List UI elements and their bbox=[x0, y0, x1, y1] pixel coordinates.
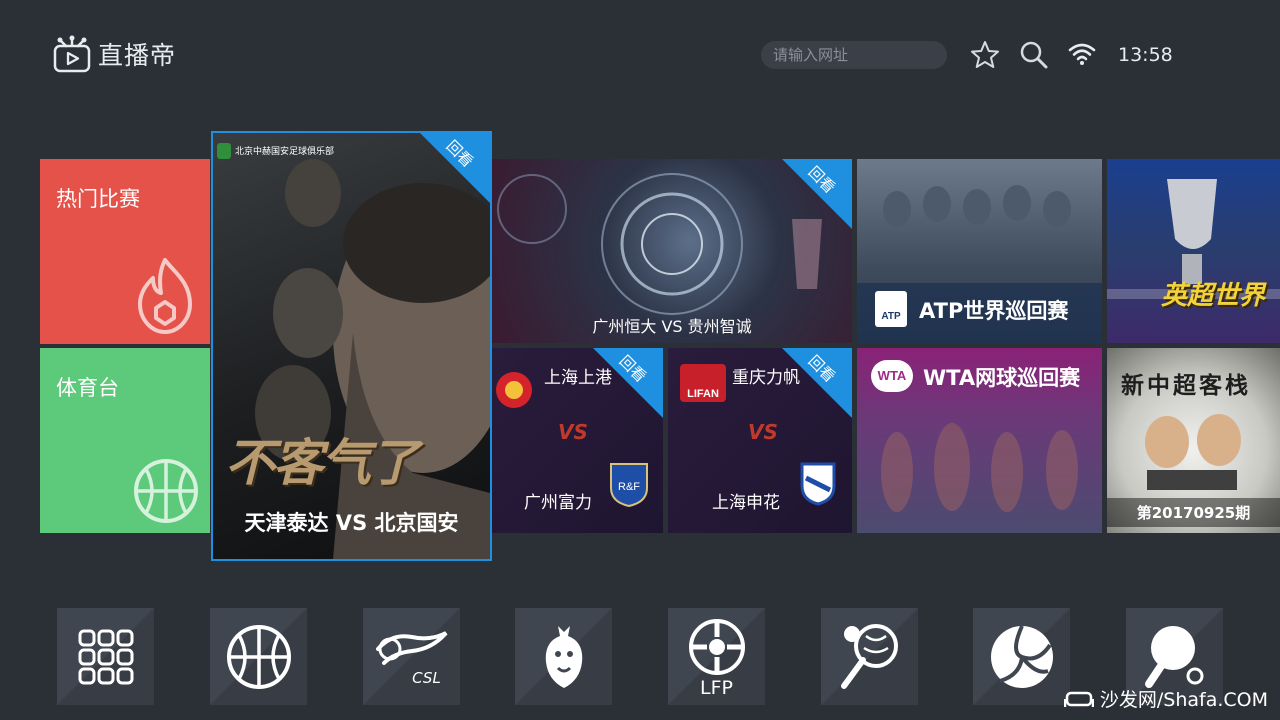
hot-matches-label: 热门比赛 bbox=[56, 187, 140, 211]
featured-match-tile[interactable]: 北京中赫国安足球俱乐部 不客气了 天津泰达 VS 北京国安 回看 bbox=[211, 131, 492, 561]
match-tile-shanghai-guangzhou[interactable]: 上海上港 VS 广州富力 R&F 回看 bbox=[492, 348, 663, 533]
atp-title: ATP世界巡回赛 bbox=[919, 299, 1069, 323]
csl-label: CSL bbox=[412, 669, 441, 687]
sports-channel-tile[interactable]: 体育台 bbox=[40, 348, 210, 533]
epl-title: 英超世界 bbox=[1161, 281, 1266, 311]
csl-inn-title: 新中超客栈 bbox=[1121, 373, 1251, 399]
hot-matches-tile[interactable]: 热门比赛 bbox=[40, 159, 210, 344]
grid-icon bbox=[78, 629, 133, 684]
away-team: 上海申花 bbox=[712, 493, 780, 513]
wifi-icon bbox=[1068, 43, 1096, 65]
away-team: 广州富力 bbox=[524, 493, 592, 513]
svg-text:R&F: R&F bbox=[618, 481, 640, 493]
match-caption: 广州恒大 VS 贵州智诚 bbox=[592, 317, 752, 336]
match-tile-chongqing-shanghai[interactable]: LIFAN 重庆力帆 VS 上海申花 回看 bbox=[668, 348, 852, 533]
sports-channel-label: 体育台 bbox=[56, 376, 119, 400]
vs-label: VS bbox=[748, 420, 778, 444]
shenhua-logo-icon bbox=[800, 462, 836, 506]
wta-logo-icon: WTA bbox=[871, 360, 913, 392]
tv-logo-icon bbox=[53, 35, 91, 73]
shortcut-basketball[interactable] bbox=[210, 608, 307, 705]
volleyball-icon bbox=[990, 624, 1053, 688]
episode-caption: 第20170925期 bbox=[1107, 498, 1280, 527]
csl-inn-tile[interactable]: 新中超客栈 第20170925期 bbox=[1107, 348, 1280, 533]
lion-icon bbox=[545, 625, 582, 688]
hosts-artwork bbox=[1145, 414, 1241, 490]
shortcut-premier-league[interactable] bbox=[515, 608, 612, 705]
app-logo: 直播帝 bbox=[52, 34, 176, 74]
clock: 13:58 bbox=[1118, 44, 1173, 66]
club-logo-icon bbox=[217, 143, 231, 159]
replay-badge: 回看 bbox=[420, 133, 490, 203]
tennis-racket-icon bbox=[840, 623, 898, 689]
vs-label: VS bbox=[558, 420, 588, 444]
flame-icon bbox=[138, 258, 192, 334]
sipg-logo-icon bbox=[496, 372, 532, 408]
ping-pong-icon bbox=[1144, 625, 1203, 688]
rf-logo-icon: R&F bbox=[610, 463, 648, 508]
shortcut-all-apps[interactable] bbox=[57, 608, 154, 705]
wta-tour-tile[interactable]: WTA WTA网球巡回赛 bbox=[857, 348, 1102, 533]
shortcut-volleyball[interactable] bbox=[973, 608, 1070, 705]
replay-badge: 回看 bbox=[593, 348, 663, 418]
shortcut-laliga[interactable]: LFP bbox=[668, 608, 765, 705]
wta-title: WTA网球巡回赛 bbox=[923, 366, 1081, 390]
app-name: 直播帝 bbox=[98, 41, 177, 70]
shortcut-table-tennis[interactable] bbox=[1126, 608, 1223, 705]
featured-slogan: 不客气了 bbox=[225, 434, 419, 492]
featured-caption: 天津泰达 VS 北京国安 bbox=[244, 511, 459, 535]
url-search-input[interactable]: 请输入网址 bbox=[761, 41, 947, 69]
players-artwork bbox=[883, 185, 1071, 227]
search-icon[interactable] bbox=[1019, 40, 1049, 70]
lfp-label: LFP bbox=[700, 677, 733, 699]
atp-logo-icon: ATP bbox=[875, 291, 907, 327]
trophy-artwork bbox=[1107, 179, 1280, 299]
star-icon[interactable] bbox=[970, 40, 1000, 70]
lifan-logo-icon: LIFAN bbox=[680, 364, 726, 402]
match-tile-guangzhou-guizhou[interactable]: 广州恒大 VS 贵州智诚 回看 bbox=[492, 159, 852, 343]
shortcut-csl[interactable]: CSL bbox=[363, 608, 460, 705]
players-artwork bbox=[881, 423, 1078, 512]
csl-logo-icon bbox=[375, 630, 448, 665]
atp-tour-tile[interactable]: ATP ATP世界巡回赛 bbox=[857, 159, 1102, 343]
basketball-icon bbox=[226, 624, 291, 689]
club-logo-text: 北京中赫国安足球俱乐部 bbox=[235, 147, 335, 157]
basketball-icon bbox=[134, 459, 198, 523]
shortcut-tennis[interactable] bbox=[821, 608, 918, 705]
replay-badge: 回看 bbox=[782, 348, 852, 418]
replay-badge: 回看 bbox=[782, 159, 852, 229]
lfp-ball-icon bbox=[688, 618, 745, 675]
premier-league-tile[interactable]: 英超世界 bbox=[1107, 159, 1280, 343]
